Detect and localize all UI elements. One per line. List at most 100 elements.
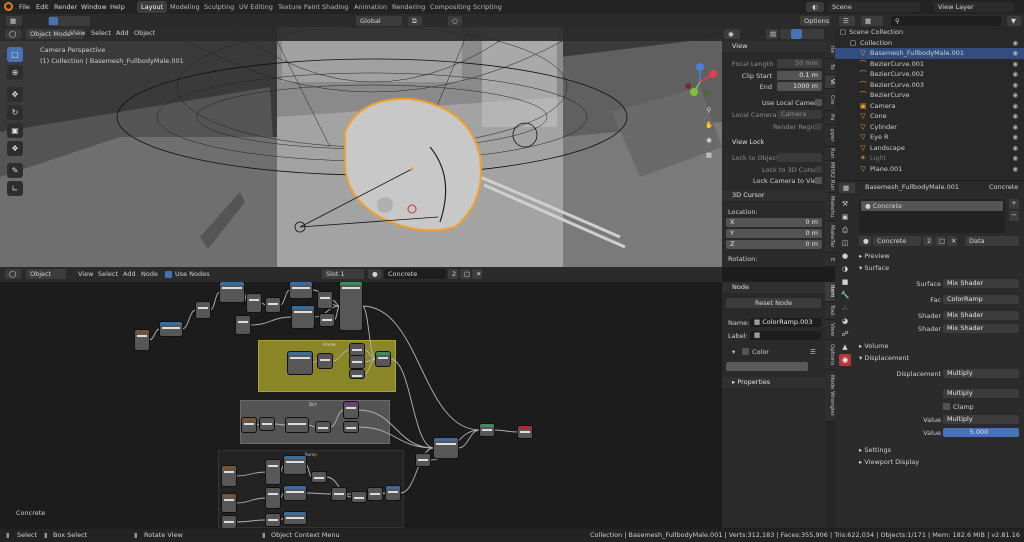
shader-node[interactable] — [350, 370, 364, 378]
outliner-editor-icon[interactable]: ☰ — [839, 16, 855, 26]
material-tab-icon[interactable]: ◉ — [839, 354, 851, 366]
camera-view-icon[interactable]: ◉ — [704, 136, 714, 146]
view-layer-selector[interactable]: View Layer — [934, 2, 1014, 12]
view-section-header[interactable]: View — [722, 41, 825, 52]
material-slot-list[interactable]: ● Concrete — [859, 199, 1005, 233]
world-tab-icon[interactable]: ◑ — [839, 263, 851, 275]
shader-node[interactable] — [320, 314, 334, 326]
node-name-field[interactable]: ▦ ColorRamp.003 — [750, 318, 821, 327]
node-editor-canvas[interactable]: Frame Dirt Bump Concrete — [0, 282, 722, 528]
3d-viewport[interactable]: ◯ Object Mode View Select Add Object Cam… — [0, 27, 722, 267]
shader-node[interactable] — [160, 322, 182, 336]
shader-node[interactable] — [222, 516, 236, 528]
workspace-tab-animation[interactable]: Animation — [350, 1, 391, 13]
material-browse-dropdown[interactable]: ● — [859, 236, 871, 246]
outliner-item[interactable]: ⌒ BezierCurve.002 ◉ — [835, 69, 1024, 80]
snap-icon[interactable]: ⧉ — [408, 16, 422, 26]
value2-field[interactable]: 5.000 — [943, 428, 1019, 437]
color-presets-icon[interactable]: ☰ — [810, 347, 816, 357]
shader-node[interactable] — [284, 512, 306, 524]
outliner-item[interactable]: ⌒ BezierCurve.003 ◉ — [835, 80, 1024, 91]
node-fake-user-icon[interactable]: □ — [460, 269, 470, 279]
shader-node[interactable] — [242, 418, 256, 432]
sidebar-tab-item[interactable]: Ite — [825, 41, 835, 59]
shader-node[interactable] — [376, 352, 390, 366]
shader-node[interactable] — [292, 306, 314, 328]
view-lock-section-header[interactable]: View Lock — [722, 137, 825, 148]
shader-node[interactable] — [284, 486, 306, 500]
outliner-item[interactable]: ▣ Camera ◉ — [835, 101, 1024, 112]
render-region-checkbox[interactable] — [815, 123, 822, 130]
sidebar-tab-mhx2[interactable]: MHX2 Run — [825, 161, 835, 193]
visibility-icon[interactable]: ◉ — [1012, 48, 1018, 59]
reset-node-button[interactable]: Reset Node — [726, 298, 821, 308]
menu-edit[interactable]: Edit — [36, 2, 49, 12]
outliner-display-mode[interactable]: ▦ — [861, 16, 883, 26]
node-material-name[interactable]: Concrete — [384, 269, 446, 279]
clip-end-field[interactable]: 1000 m — [777, 82, 822, 91]
viewport-menu-select[interactable]: Select — [91, 29, 111, 37]
shader-node[interactable] — [316, 422, 330, 432]
menu-help[interactable]: Help — [110, 2, 125, 12]
node-tab-tool[interactable]: Tool — [825, 302, 835, 320]
shader-node[interactable] — [196, 302, 210, 318]
shader-node[interactable] — [266, 514, 280, 526]
outliner-item[interactable]: ▽ Eye R ◉ — [835, 132, 1024, 143]
settings-panel-header[interactable]: ▸ Settings — [859, 445, 891, 455]
physics-tab-icon[interactable]: ◕ — [839, 315, 851, 327]
node-menu-node[interactable]: Node — [141, 270, 158, 278]
scale-icon[interactable]: ▣ — [7, 123, 23, 138]
cursor-z-field[interactable]: Z 0 m — [726, 240, 822, 249]
workspace-tab-shading[interactable]: Shading — [318, 1, 352, 13]
clamp-checkbox[interactable] — [943, 403, 950, 410]
visibility-icon[interactable]: ◉ — [1012, 153, 1018, 164]
select-new-icon[interactable] — [49, 17, 58, 25]
3d-cursor-section-header[interactable]: 3D Cursor — [722, 190, 825, 201]
shader-node[interactable] — [480, 424, 494, 436]
viewport-menu-add[interactable]: Add — [116, 29, 129, 37]
node-menu-view[interactable]: View — [78, 270, 93, 278]
visibility-icon[interactable]: ◉ — [1012, 69, 1018, 80]
node-material-browse[interactable]: ● — [368, 269, 382, 279]
rotate-icon[interactable]: ↻ — [7, 105, 23, 120]
shader-node[interactable] — [220, 282, 244, 302]
overlays-icon[interactable]: ◉ — [724, 29, 740, 39]
shader-type-dropdown[interactable]: Object — [26, 269, 66, 279]
lock-to-3d-cursor-checkbox[interactable] — [815, 166, 822, 173]
focal-length-field[interactable]: 50 mm — [777, 59, 822, 68]
sidebar-tab-maketarget[interactable]: MakeTar — [825, 221, 835, 253]
shader-node[interactable] — [288, 352, 312, 374]
material-fake-user-button[interactable]: □ — [935, 236, 945, 246]
node-tab-view[interactable]: View — [825, 320, 835, 340]
shader-node[interactable] — [247, 294, 261, 312]
clip-start-field[interactable]: 0.1 m — [777, 71, 822, 80]
view-layer-tab-icon[interactable]: ◫ — [839, 237, 851, 249]
select-mode-group[interactable] — [48, 16, 90, 26]
lock-camera-to-view-checkbox[interactable] — [815, 177, 822, 184]
material-unlink-button[interactable]: ✕ — [947, 236, 957, 246]
fac-field[interactable]: ColorRamp — [943, 295, 1019, 304]
xray-icon[interactable]: ▤ — [766, 29, 778, 39]
viewport-menu-view[interactable]: View — [70, 29, 85, 37]
scene-tab-icon[interactable]: ● — [839, 250, 851, 262]
menu-render[interactable]: Render — [54, 2, 77, 12]
workspace-tab-modeling[interactable]: Modeling — [166, 1, 204, 13]
outliner-item[interactable]: ▽ Landscape ◉ — [835, 143, 1024, 154]
node-tab-item[interactable]: Item — [825, 282, 835, 302]
shader-node[interactable] — [266, 488, 280, 508]
editor-type-icon[interactable]: ◯ — [5, 29, 21, 39]
workspace-tab-texture-paint[interactable]: Texture Paint — [274, 1, 324, 13]
outliner-item[interactable]: ▽ Cone ◉ — [835, 111, 1024, 122]
menu-window[interactable]: Window — [81, 2, 107, 12]
constraints-tab-icon[interactable]: ☍ — [839, 328, 851, 340]
shader-node[interactable] — [332, 488, 346, 500]
sidebar-tab-run[interactable]: Run — [825, 147, 835, 161]
sidebar-tab-view[interactable]: Vi — [825, 75, 835, 89]
shader-node[interactable] — [386, 486, 400, 500]
surface-shader-field[interactable]: Mix Shader — [943, 279, 1019, 288]
shader-node[interactable] — [260, 418, 274, 430]
lock-to-object-field[interactable] — [777, 153, 822, 162]
scene-icon[interactable]: ◐ — [806, 2, 824, 12]
viewport-menu-object[interactable]: Object — [134, 29, 155, 37]
shader-node[interactable] — [286, 418, 308, 432]
